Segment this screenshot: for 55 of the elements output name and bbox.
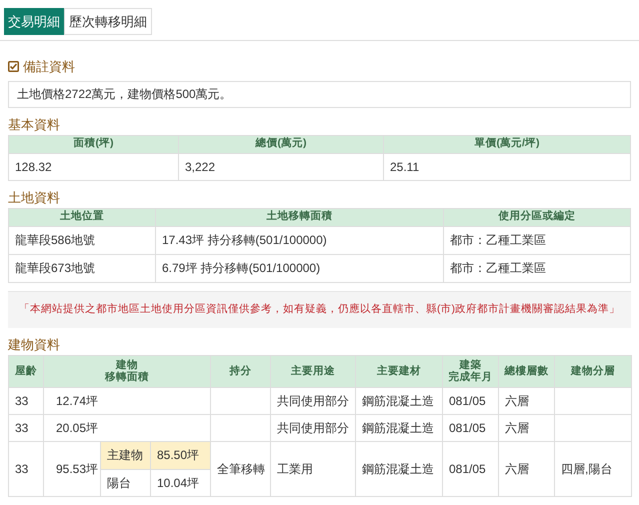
section-title: 建物資料 <box>8 336 61 352</box>
table-cell: 都市：乙種工業區 <box>444 226 630 254</box>
table-cell: 龍華段673地號 <box>8 254 156 282</box>
column-header: 完成年月 <box>448 371 494 383</box>
table-cell: 081/05 <box>442 414 498 441</box>
table-cell: 081/05 <box>442 387 498 414</box>
table-cell: 6.79坪 持分移轉(501/100000) <box>156 254 444 282</box>
table-cell: 工業用 <box>270 441 356 496</box>
column-header: 主要建材 <box>376 365 422 377</box>
table-cell: 33 <box>8 387 44 414</box>
table-cell: 全筆移轉 <box>210 441 270 496</box>
tab[interactable]: 歷次轉移明細 <box>64 8 152 35</box>
table-cell: 25.11 <box>384 153 630 180</box>
section-title: 土地資料 <box>8 188 61 206</box>
table-cell: 陽台 <box>100 469 150 496</box>
column-header: 建物分層 <box>570 365 616 377</box>
table-cell: 20.05坪 <box>44 414 210 441</box>
column-header: 移轉面積 <box>104 371 150 383</box>
table-cell: 六層 <box>498 387 554 414</box>
remarks-text: 土地價格2722萬元，建物價格500萬元。 <box>17 86 232 103</box>
table-cell: 四層,陽台 <box>554 441 632 496</box>
table-cell: 33 <box>8 414 44 441</box>
table-cell: 共同使用部分 <box>270 414 356 441</box>
column-header: 屋齡 <box>14 365 38 377</box>
table-cell: 12.74坪 <box>44 387 210 414</box>
column-header: 建築 <box>459 359 482 371</box>
table-cell: 3,222 <box>178 153 384 180</box>
column-header: 建物 <box>114 359 139 371</box>
table-cell: 共同使用部分 <box>270 387 356 414</box>
table-cell: 128.32 <box>8 153 178 180</box>
column-header: 土地位置 <box>8 208 156 226</box>
tab[interactable]: 交易明細 <box>4 8 64 35</box>
table-cell: 鋼筋混凝土造 <box>356 387 442 414</box>
section-title: 備註資料 <box>23 58 75 76</box>
column-header: 持分 <box>228 365 252 377</box>
column-header: 主要用途 <box>290 365 336 377</box>
column-header: 總樓層數 <box>503 365 550 377</box>
column-header: 使用分區或編定 <box>444 208 630 226</box>
table-cell: 85.50坪 <box>150 441 210 469</box>
table-cell: 都市：乙種工業區 <box>444 254 630 282</box>
table-cell: 鋼筋混凝土造 <box>356 441 442 496</box>
table-cell: 17.43坪 持分移轉(501/100000) <box>156 226 444 254</box>
section-title: 基本資料 <box>8 116 61 132</box>
disclaimer-text: 「本網站提供之都市地區土地使用分區資訊僅供參考，如有疑義，仍應以各直轄市、縣(市)政府都市計畫機關審認結果為準」 <box>19 302 620 317</box>
column-header: 單價(萬元/坪) <box>384 135 630 153</box>
table-cell: 081/05 <box>442 441 498 496</box>
table-cell: 33 <box>8 441 44 496</box>
column-header: 面積(坪) <box>8 135 178 153</box>
column-header: 總價(萬元) <box>178 135 384 153</box>
table-cell: 鋼筋混凝土造 <box>356 414 442 441</box>
table-cell: 龍華段586地號 <box>8 226 156 254</box>
table-cell: 六層 <box>498 414 554 441</box>
table-cell: 主建物 <box>100 441 150 469</box>
column-header: 土地移轉面積 <box>156 208 444 226</box>
table-cell: 六層 <box>498 441 554 496</box>
